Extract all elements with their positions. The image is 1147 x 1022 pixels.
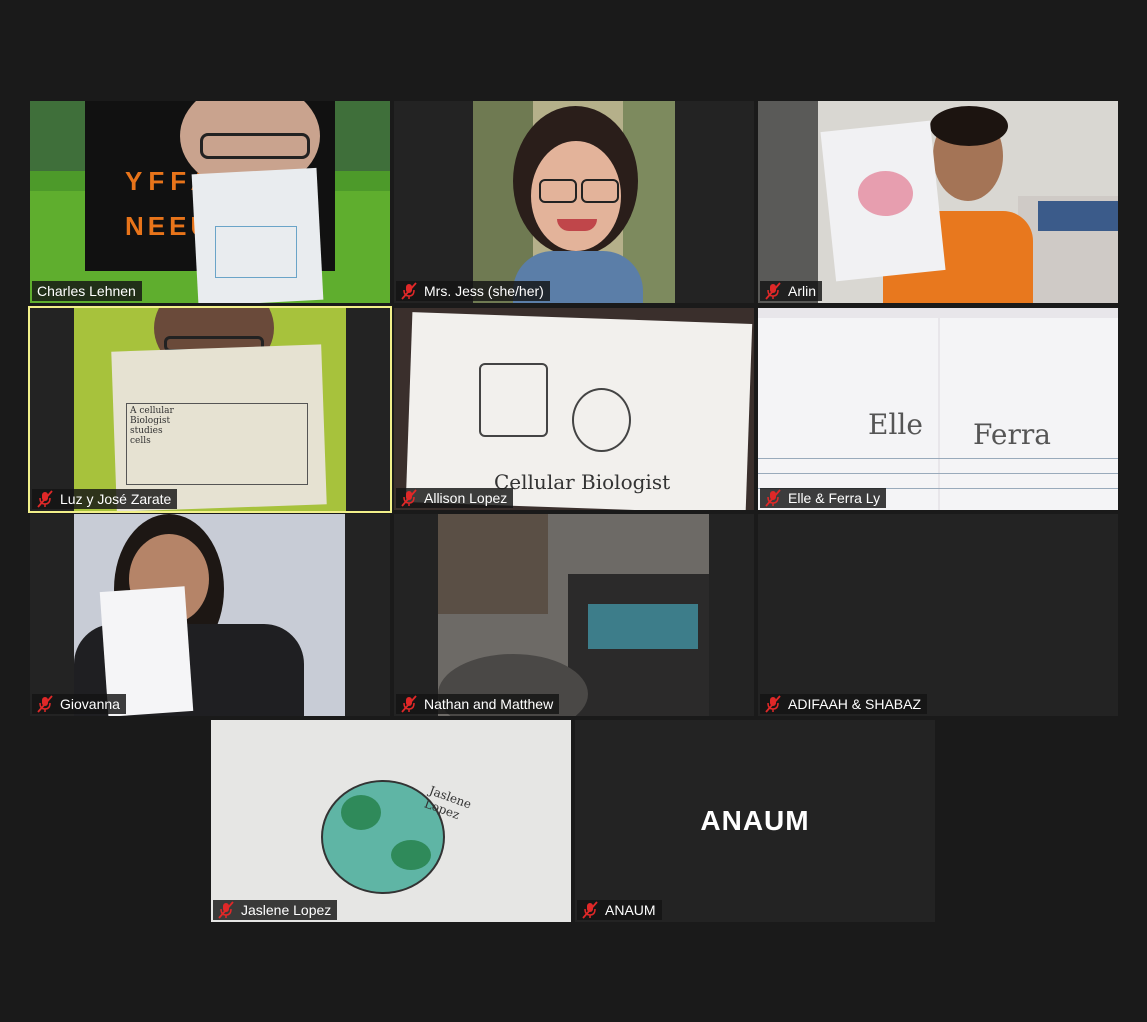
mic-off-icon	[218, 901, 234, 919]
participant-name-tag: Jaslene Lopez	[213, 900, 338, 920]
participant-name: ANAUM	[605, 902, 656, 918]
mic-off-icon	[765, 489, 781, 507]
video-tile-anaum[interactable]: ANAUM ANAUM	[575, 720, 935, 922]
mic-off-icon	[765, 695, 781, 713]
participant-name-tag: ANAUM	[577, 900, 662, 920]
video-tile-adifaah-shabaz[interactable]: ADIFAAH & SHABAZ	[758, 514, 1118, 716]
participant-name: Luz y José Zarate	[60, 491, 172, 507]
participant-name-tag: Mrs. Jess (she/her)	[396, 281, 550, 301]
video-tile-mrs-jess[interactable]: Mrs. Jess (she/her)	[394, 101, 754, 303]
video-feed	[438, 514, 709, 716]
participant-name: Nathan and Matthew	[424, 696, 554, 712]
participant-name: Allison Lopez	[424, 490, 508, 506]
participant-name-tag: Giovanna	[32, 694, 126, 714]
mic-off-icon	[401, 282, 417, 300]
video-tile-allison-lopez[interactable]: Cellular Biologist Allison Lopez	[394, 308, 754, 510]
video-feed: Jaslene Lopez	[211, 720, 571, 922]
participant-name: ADIFAAH & SHABAZ	[788, 696, 922, 712]
video-feed	[74, 514, 345, 716]
video-feed	[473, 101, 675, 303]
participant-name-tag: ADIFAAH & SHABAZ	[760, 694, 928, 714]
participant-name: Elle & Ferra Ly	[788, 490, 881, 506]
participant-name-tag: Charles Lehnen	[32, 281, 142, 301]
video-feed: YFFA NEEU	[30, 101, 390, 303]
mic-off-icon	[401, 489, 417, 507]
mic-off-icon	[401, 695, 417, 713]
mic-off-icon	[37, 695, 53, 713]
participant-name-tag: Nathan and Matthew	[396, 694, 560, 714]
participant-name: Arlin	[788, 283, 817, 299]
participant-name-tag: Arlin	[760, 281, 823, 301]
video-tile-nathan-matthew[interactable]: Nathan and Matthew	[394, 514, 754, 716]
mic-off-icon	[765, 282, 781, 300]
mic-off-icon	[582, 901, 598, 919]
video-tile-giovanna[interactable]: Giovanna	[30, 514, 390, 716]
participant-name-tag: Allison Lopez	[396, 488, 514, 508]
participant-name: Mrs. Jess (she/her)	[424, 283, 544, 299]
participant-name: Jaslene Lopez	[241, 902, 332, 918]
video-tile-arlin[interactable]: Arlin	[758, 101, 1118, 303]
participant-name: Giovanna	[60, 696, 120, 712]
participant-name-tag: Elle & Ferra Ly	[760, 488, 887, 508]
video-feed: A cellular Biologist studies cells	[74, 308, 346, 511]
participant-name-tag: Luz y José Zarate	[32, 489, 178, 509]
video-tile-elle-ferra-ly[interactable]: Elle Ferra Elle & Ferra Ly	[758, 308, 1118, 510]
mic-off-icon	[37, 490, 53, 508]
video-feed	[758, 101, 1118, 303]
video-tile-jaslene-lopez[interactable]: Jaslene Lopez Jaslene Lopez	[211, 720, 571, 922]
video-feed: Elle Ferra	[758, 308, 1118, 510]
video-tile-luz-jose-zarate[interactable]: A cellular Biologist studies cells Luz y Jo…	[28, 306, 392, 513]
video-feed: Cellular Biologist	[394, 308, 754, 510]
participant-name: Charles Lehnen	[37, 283, 136, 299]
participant-display-name: ANAUM	[700, 805, 810, 836]
video-tile-charles-lehnen[interactable]: YFFA NEEU Charles Lehnen	[30, 101, 390, 303]
